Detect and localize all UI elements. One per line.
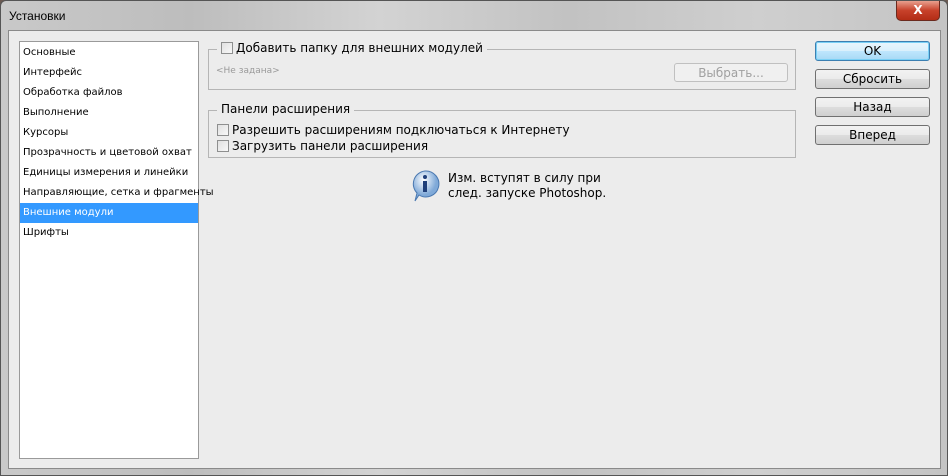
allow-internet-checkbox[interactable]: Разрешить расширениям подключаться к Инт… xyxy=(217,123,570,137)
sidebar-item-file-handling[interactable]: Обработка файлов xyxy=(20,83,198,103)
checkbox-box[interactable] xyxy=(221,42,233,54)
checkbox-box[interactable] xyxy=(217,140,229,152)
sidebar-item-general[interactable]: Основные xyxy=(20,43,198,63)
reset-button[interactable]: Сбросить xyxy=(815,69,930,89)
sidebar-item-performance[interactable]: Выполнение xyxy=(20,103,198,123)
sidebar-item-interface[interactable]: Интерфейс xyxy=(20,63,198,83)
add-folder-checkbox[interactable]: Добавить папку для внешних модулей xyxy=(217,41,487,55)
choose-folder-button[interactable]: Выбрать... xyxy=(674,63,788,82)
info-line-1: Изм. вступят в силу при xyxy=(448,171,601,185)
folder-path: <Не задана> xyxy=(216,66,280,76)
preferences-dialog: Установки X Основные Интерфейс Обработка… xyxy=(0,0,948,476)
extensions-title: Панели расширения xyxy=(217,102,355,116)
sidebar-item-cursors[interactable]: Курсоры xyxy=(20,123,198,143)
info-message: Изм. вступят в силу при след. запуске Ph… xyxy=(410,169,606,203)
extensions-group: Панели расширения Разрешить расширениям … xyxy=(208,102,796,158)
add-folder-label: Добавить папку для внешних модулей xyxy=(236,41,483,55)
checkbox-box[interactable] xyxy=(217,124,229,136)
sidebar-item-units[interactable]: Единицы измерения и линейки xyxy=(20,163,198,183)
dialog-content: Основные Интерфейс Обработка файлов Выпо… xyxy=(8,30,941,469)
sidebar-item-guides[interactable]: Направляющие, сетка и фрагменты xyxy=(20,183,214,203)
info-icon xyxy=(412,170,440,202)
sidebar-item-type[interactable]: Шрифты xyxy=(20,223,198,243)
close-button[interactable]: X xyxy=(896,1,940,21)
ok-button[interactable]: OK xyxy=(815,41,930,61)
back-button[interactable]: Назад xyxy=(815,97,930,117)
load-panels-label: Загрузить панели расширения xyxy=(232,139,429,153)
sidebar-item-transparency[interactable]: Прозрачность и цветовой охват xyxy=(20,143,198,163)
sidebar-item-plugins[interactable]: Внешние модули xyxy=(20,203,198,223)
category-list[interactable]: Основные Интерфейс Обработка файлов Выпо… xyxy=(19,41,214,459)
window-title: Установки xyxy=(9,9,66,23)
forward-button[interactable]: Вперед xyxy=(815,125,930,145)
info-line-2: след. запуске Photoshop. xyxy=(448,186,607,200)
load-panels-checkbox[interactable]: Загрузить панели расширения xyxy=(217,139,428,153)
plugins-group: Добавить папку для внешних модулей <Не з… xyxy=(208,41,796,90)
allow-internet-label: Разрешить расширениям подключаться к Инт… xyxy=(232,123,570,137)
